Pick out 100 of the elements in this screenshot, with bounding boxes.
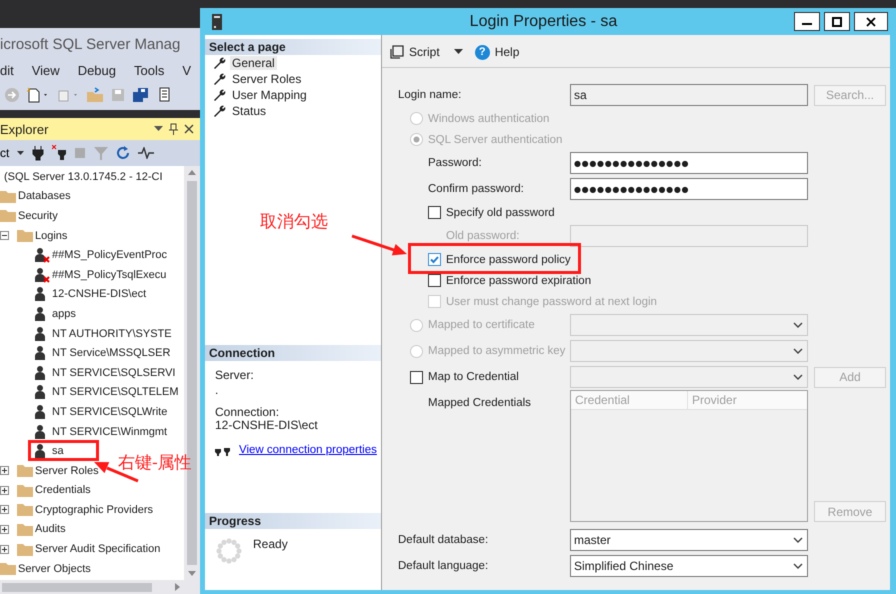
connect-button[interactable]: ct xyxy=(0,146,10,160)
field-label: Map to Credential xyxy=(428,371,519,383)
field-label: Mapped Credentials xyxy=(428,397,531,409)
scroll-up-icon[interactable] xyxy=(188,170,196,175)
checkbox[interactable] xyxy=(410,370,423,384)
page-item[interactable]: Server Roles xyxy=(230,72,304,86)
section-heading: Select a page xyxy=(209,40,286,54)
collapse-icon[interactable] xyxy=(0,231,9,240)
folder-icon xyxy=(17,229,33,242)
spinner-icon xyxy=(215,537,243,565)
field-label: User must change password at next login xyxy=(446,296,657,308)
tree-item[interactable]: Cryptographic Providers xyxy=(35,504,153,516)
folder-icon xyxy=(17,503,33,516)
panel-title: Explorer xyxy=(0,122,50,136)
plug-icon[interactable] xyxy=(32,145,44,161)
menu-item[interactable]: Debug xyxy=(78,62,116,78)
tree-item[interactable]: NT AUTHORITY\SYSTE xyxy=(52,328,172,340)
help-icon: ? xyxy=(474,44,490,60)
menu-item[interactable]: V xyxy=(182,62,192,78)
new-query-icon[interactable] xyxy=(26,87,50,103)
field-label: Default language: xyxy=(398,560,488,572)
wrench-icon xyxy=(213,56,226,70)
refresh-icon[interactable] xyxy=(116,146,130,160)
connection-value: 12-CNSHE-DIS\ect xyxy=(215,418,318,432)
window-title: Login Properties - sa xyxy=(468,12,618,30)
folder-icon xyxy=(17,522,33,536)
expand-icon[interactable] xyxy=(0,505,9,514)
tree-item[interactable]: NT SERVICE\SQLWrite xyxy=(52,406,168,418)
wrench-icon xyxy=(213,104,226,118)
arrow xyxy=(352,234,407,256)
script-icon xyxy=(390,45,404,59)
tree-item[interactable]: apps xyxy=(52,308,76,320)
caret-icon[interactable] xyxy=(17,150,24,156)
chevron-down-icon xyxy=(793,322,803,328)
open-folder-icon[interactable] xyxy=(86,87,104,103)
server-label: Server: xyxy=(215,368,254,382)
maximize-button[interactable] xyxy=(824,12,850,31)
scroll-down-icon[interactable] xyxy=(188,571,196,576)
expand-icon[interactable] xyxy=(0,544,9,554)
app-title: icrosoft SQL Server Manag xyxy=(0,36,180,52)
pin-icon[interactable] xyxy=(169,123,178,135)
page-item[interactable]: General xyxy=(230,56,277,70)
field-label: Mapped to certificate xyxy=(428,319,535,331)
field-label: Default database: xyxy=(398,534,488,546)
tree-item[interactable]: Audits xyxy=(35,523,66,536)
tree-item[interactable]: sa xyxy=(52,445,64,458)
field-label: Windows authentication xyxy=(428,112,550,124)
tree-item[interactable]: Credentials xyxy=(35,484,91,496)
caret-icon[interactable] xyxy=(454,49,463,55)
activity-icon[interactable] xyxy=(138,147,154,159)
disconnect-icon[interactable] xyxy=(52,145,66,161)
folder-icon xyxy=(0,209,16,222)
expand-icon[interactable] xyxy=(0,486,9,495)
section-heading: Progress xyxy=(209,514,262,528)
server-value: . xyxy=(215,383,218,397)
close-button[interactable] xyxy=(854,12,888,31)
script-button[interactable]: Script xyxy=(390,45,440,59)
page-item[interactable]: Status xyxy=(230,104,268,118)
progress-status: Ready xyxy=(253,537,288,553)
field-label: Confirm password: xyxy=(428,183,524,195)
field-label: Specify old password xyxy=(446,206,555,218)
minimize-button[interactable] xyxy=(794,12,820,31)
expand-icon[interactable] xyxy=(0,524,9,534)
tree-item[interactable]: Security xyxy=(18,210,58,222)
highlight-frame xyxy=(28,440,99,461)
field-label: SQL Server authentication xyxy=(428,134,562,146)
tree-item[interactable]: NT SERVICE\SQLTELEM xyxy=(52,386,179,398)
tree-item[interactable]: Server Objects xyxy=(18,562,91,575)
expand-icon[interactable] xyxy=(0,466,9,476)
tree-item[interactable]: 12-CNSHE-DIS\ect xyxy=(52,288,146,300)
tree-item[interactable]: NT SERVICE\SQLSERVI xyxy=(52,366,176,379)
annotation-note: 取消勾选 xyxy=(260,211,328,233)
menu-item[interactable]: View xyxy=(32,62,60,78)
tree-item[interactable]: Databases xyxy=(18,190,71,202)
section-heading: Connection xyxy=(209,346,275,360)
annotation-note: 右键-属性 xyxy=(118,452,192,474)
tree-item[interactable]: Logins xyxy=(35,230,68,242)
input-field[interactable]: sa xyxy=(570,84,808,106)
dropdown[interactable]: Simplified Chinese xyxy=(570,555,808,577)
caret-icon[interactable] xyxy=(154,126,163,132)
folder-icon xyxy=(17,542,33,556)
close-icon[interactable] xyxy=(184,124,194,134)
menu-item[interactable]: Tools xyxy=(134,62,164,78)
tree-item[interactable]: (SQL Server 13.0.1745.2 - 12-CI xyxy=(4,170,163,183)
page-item[interactable]: User Mapping xyxy=(230,88,309,102)
help-button[interactable]: ? Help xyxy=(474,44,520,60)
field-label: Enforce password policy xyxy=(446,254,571,266)
tree-item[interactable]: NT SERVICE\Winmgmt xyxy=(52,426,168,438)
connection-properties-link[interactable]: View connection properties xyxy=(239,444,377,456)
scrollbar[interactable] xyxy=(0,580,200,594)
dropdown[interactable]: master xyxy=(570,529,808,551)
field-label: Enforce password expiration xyxy=(446,274,592,286)
menu-item[interactable]: dit xyxy=(0,62,14,78)
scroll-right-icon[interactable] xyxy=(175,583,180,591)
close-icon xyxy=(866,16,876,26)
tree-item[interactable]: NT Service\MSSQLSER xyxy=(52,347,170,360)
folder-icon xyxy=(0,562,16,576)
save-all-icon[interactable] xyxy=(132,87,150,103)
tree-item[interactable]: Server Roles xyxy=(35,464,99,477)
tree-item[interactable]: Server Audit Specification xyxy=(35,543,160,556)
